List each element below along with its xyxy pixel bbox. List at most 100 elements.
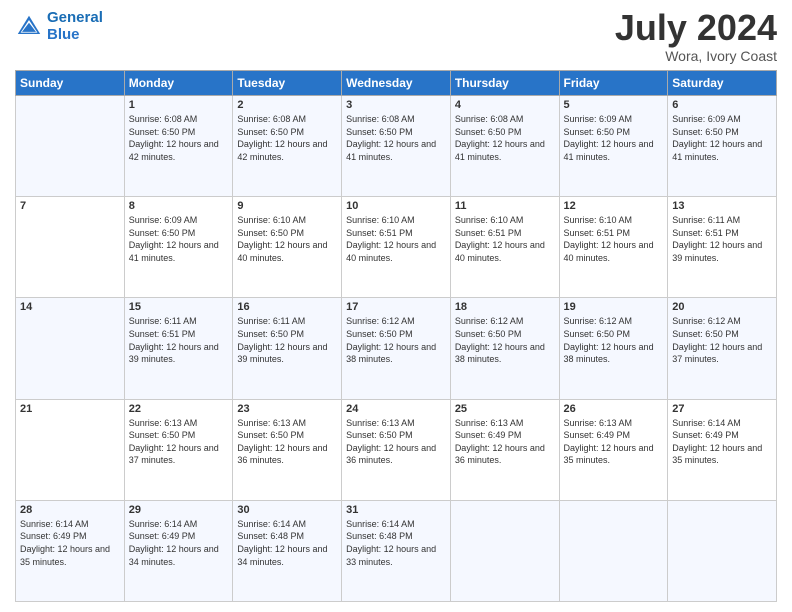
calendar-cell: 22 Sunrise: 6:13 AM Sunset: 6:50 PM Dayli…	[124, 399, 233, 500]
day-number: 28	[20, 504, 120, 516]
day-number: 26	[564, 403, 664, 415]
day-info: Sunrise: 6:13 AM Sunset: 6:50 PM Dayligh…	[346, 417, 446, 467]
calendar-cell: 9 Sunrise: 6:10 AM Sunset: 6:50 PM Daylig…	[233, 197, 342, 298]
week-row-3: 14 15 Sunrise: 6:11 AM Sunset: 6:51 PM Day…	[16, 298, 777, 399]
month-title: July 2024	[615, 10, 777, 46]
day-info: Sunrise: 6:10 AM Sunset: 6:51 PM Dayligh…	[346, 214, 446, 264]
day-info: Sunrise: 6:13 AM Sunset: 6:49 PM Dayligh…	[564, 417, 664, 467]
day-info: Sunrise: 6:08 AM Sunset: 6:50 PM Dayligh…	[346, 113, 446, 163]
calendar-cell: 25Sunrise: 6:13 AM Sunset: 6:49 PM Dayli…	[450, 399, 559, 500]
calendar-cell: 11 Sunrise: 6:10 AM Sunset: 6:51 PM Dayli…	[450, 197, 559, 298]
week-row-2: 7 8Sunrise: 6:09 AM Sunset: 6:50 PM Dayli…	[16, 197, 777, 298]
day-number: 9	[237, 200, 337, 212]
day-number: 17	[346, 301, 446, 313]
calendar-cell: 2 Sunrise: 6:08 AM Sunset: 6:50 PM Daylig…	[233, 96, 342, 197]
day-number: 13	[672, 200, 772, 212]
day-info: Sunrise: 6:10 AM Sunset: 6:50 PM Dayligh…	[237, 214, 337, 264]
day-info: Sunrise: 6:10 AM Sunset: 6:51 PM Dayligh…	[564, 214, 664, 264]
day-info: Sunrise: 6:14 AM Sunset: 6:49 PM Dayligh…	[672, 417, 772, 467]
day-info: Sunrise: 6:13 AM Sunset: 6:50 PM Dayligh…	[129, 417, 229, 467]
day-number: 1	[129, 99, 229, 111]
weekday-header-friday: Friday	[559, 71, 668, 96]
day-number: 23	[237, 403, 337, 415]
calendar-cell: 15 Sunrise: 6:11 AM Sunset: 6:51 PM Dayli…	[124, 298, 233, 399]
day-number: 7	[20, 200, 120, 212]
week-row-5: 28 Sunrise: 6:14 AM Sunset: 6:49 PM Dayli…	[16, 500, 777, 601]
calendar-cell: 13 Sunrise: 6:11 AM Sunset: 6:51 PM Dayli…	[668, 197, 777, 298]
day-number: 12	[564, 200, 664, 212]
day-info: Sunrise: 6:14 AM Sunset: 6:49 PM Dayligh…	[20, 518, 120, 568]
day-info: Sunrise: 6:10 AM Sunset: 6:51 PM Dayligh…	[455, 214, 555, 264]
day-info: Sunrise: 6:12 AM Sunset: 6:50 PM Dayligh…	[672, 315, 772, 365]
day-info: Sunrise: 6:11 AM Sunset: 6:51 PM Dayligh…	[129, 315, 229, 365]
calendar-cell: 28 Sunrise: 6:14 AM Sunset: 6:49 PM Dayli…	[16, 500, 125, 601]
day-number: 10	[346, 200, 446, 212]
day-info: Sunrise: 6:14 AM Sunset: 6:48 PM Dayligh…	[237, 518, 337, 568]
weekday-header-monday: Monday	[124, 71, 233, 96]
day-number: 3	[346, 99, 446, 111]
day-number: 30	[237, 504, 337, 516]
weekday-header-saturday: Saturday	[668, 71, 777, 96]
calendar-cell: 27 Sunrise: 6:14 AM Sunset: 6:49 PM Dayli…	[668, 399, 777, 500]
calendar-cell: 17 Sunrise: 6:12 AM Sunset: 6:50 PM Dayli…	[342, 298, 451, 399]
weekday-header-tuesday: Tuesday	[233, 71, 342, 96]
calendar-cell: 10 Sunrise: 6:10 AM Sunset: 6:51 PM Dayli…	[342, 197, 451, 298]
title-block: July 2024 Wora, Ivory Coast	[615, 10, 777, 64]
calendar-cell: 1 Sunrise: 6:08 AM Sunset: 6:50 PM Daylig…	[124, 96, 233, 197]
calendar-cell: 14	[16, 298, 125, 399]
weekday-header-row: SundayMondayTuesdayWednesdayThursdayFrid…	[16, 71, 777, 96]
day-number: 2	[237, 99, 337, 111]
calendar-cell	[559, 500, 668, 601]
day-info: Sunrise: 6:12 AM Sunset: 6:50 PM Dayligh…	[346, 315, 446, 365]
day-info: Sunrise: 6:11 AM Sunset: 6:50 PM Dayligh…	[237, 315, 337, 365]
calendar-cell: 26 Sunrise: 6:13 AM Sunset: 6:49 PM Dayli…	[559, 399, 668, 500]
day-info: Sunrise: 6:11 AM Sunset: 6:51 PM Dayligh…	[672, 214, 772, 264]
day-info: Sunrise: 6:08 AM Sunset: 6:50 PM Dayligh…	[129, 113, 229, 163]
calendar-cell: 24 Sunrise: 6:13 AM Sunset: 6:50 PM Dayli…	[342, 399, 451, 500]
day-number: 11	[455, 200, 555, 212]
calendar-cell: 8Sunrise: 6:09 AM Sunset: 6:50 PM Daylig…	[124, 197, 233, 298]
page: General Blue July 2024 Wora, Ivory Coast…	[0, 0, 792, 612]
calendar-cell: 5Sunrise: 6:09 AM Sunset: 6:50 PM Daylig…	[559, 96, 668, 197]
calendar-cell: 18 Sunrise: 6:12 AM Sunset: 6:50 PM Dayli…	[450, 298, 559, 399]
calendar-cell: 29Sunrise: 6:14 AM Sunset: 6:49 PM Dayli…	[124, 500, 233, 601]
day-number: 18	[455, 301, 555, 313]
calendar-cell: 3 Sunrise: 6:08 AM Sunset: 6:50 PM Daylig…	[342, 96, 451, 197]
calendar-cell	[16, 96, 125, 197]
calendar-cell: 21	[16, 399, 125, 500]
calendar-cell: 12 Sunrise: 6:10 AM Sunset: 6:51 PM Dayli…	[559, 197, 668, 298]
day-number: 20	[672, 301, 772, 313]
day-number: 5	[564, 99, 664, 111]
weekday-header-sunday: Sunday	[16, 71, 125, 96]
day-info: Sunrise: 6:12 AM Sunset: 6:50 PM Dayligh…	[455, 315, 555, 365]
day-number: 31	[346, 504, 446, 516]
day-info: Sunrise: 6:08 AM Sunset: 6:50 PM Dayligh…	[237, 113, 337, 163]
day-info: Sunrise: 6:13 AM Sunset: 6:49 PM Dayligh…	[455, 417, 555, 467]
day-number: 6	[672, 99, 772, 111]
day-number: 15	[129, 301, 229, 313]
weekday-header-wednesday: Wednesday	[342, 71, 451, 96]
logo-text: General Blue	[47, 10, 103, 43]
calendar-cell: 19Sunrise: 6:12 AM Sunset: 6:50 PM Dayli…	[559, 298, 668, 399]
day-number: 24	[346, 403, 446, 415]
logo-icon	[15, 13, 43, 41]
calendar-cell: 7	[16, 197, 125, 298]
day-number: 21	[20, 403, 120, 415]
header: General Blue July 2024 Wora, Ivory Coast	[15, 10, 777, 64]
calendar-cell	[668, 500, 777, 601]
day-info: Sunrise: 6:13 AM Sunset: 6:50 PM Dayligh…	[237, 417, 337, 467]
day-number: 27	[672, 403, 772, 415]
calendar-table: SundayMondayTuesdayWednesdayThursdayFrid…	[15, 70, 777, 602]
calendar-cell	[450, 500, 559, 601]
day-number: 22	[129, 403, 229, 415]
day-number: 16	[237, 301, 337, 313]
calendar-cell: 23 Sunrise: 6:13 AM Sunset: 6:50 PM Dayli…	[233, 399, 342, 500]
weekday-header-thursday: Thursday	[450, 71, 559, 96]
week-row-4: 21 22 Sunrise: 6:13 AM Sunset: 6:50 PM Day…	[16, 399, 777, 500]
week-row-1: 1 Sunrise: 6:08 AM Sunset: 6:50 PM Daylig…	[16, 96, 777, 197]
day-number: 14	[20, 301, 120, 313]
day-number: 4	[455, 99, 555, 111]
day-info: Sunrise: 6:14 AM Sunset: 6:49 PM Dayligh…	[129, 518, 229, 568]
day-info: Sunrise: 6:09 AM Sunset: 6:50 PM Dayligh…	[129, 214, 229, 264]
logo: General Blue	[15, 10, 103, 43]
